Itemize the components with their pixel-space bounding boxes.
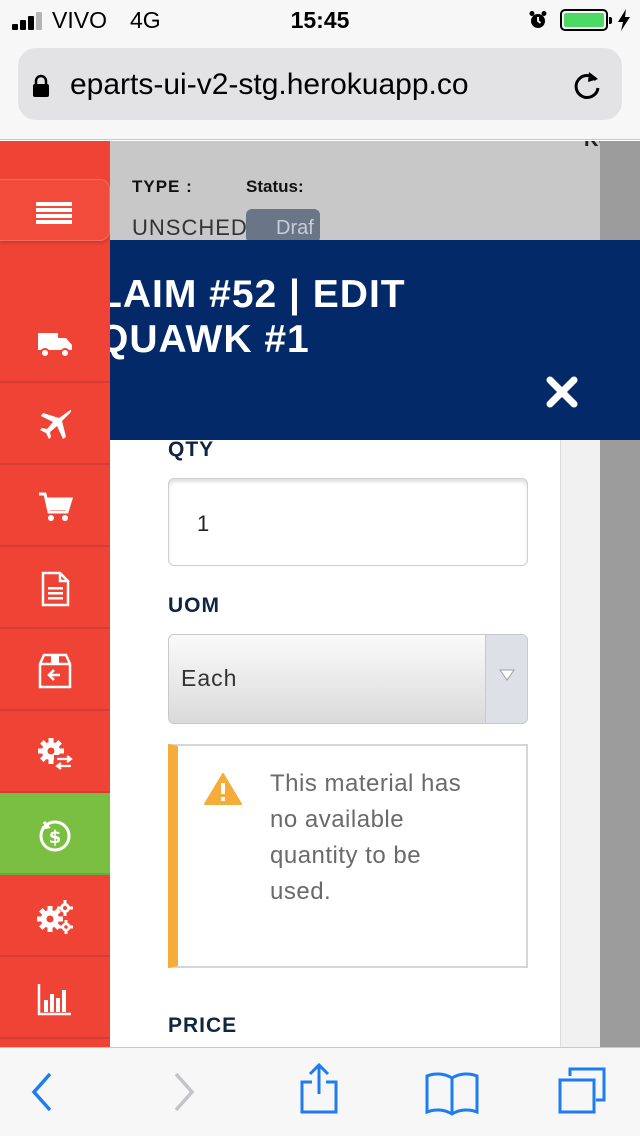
url-text[interactable]: eparts-ui-v2-stg.herokuapp.co [70, 68, 550, 102]
uom-selected-value: Each [181, 665, 238, 691]
status-bar: VIVO 4G 15:45 [0, 0, 640, 40]
warning-icon [204, 773, 242, 805]
sidebar-item-return-box[interactable] [0, 629, 110, 711]
forward-icon[interactable] [172, 1070, 196, 1114]
browser-address-area: eparts-ui-v2-stg.herokuapp.co [0, 40, 640, 140]
price-label: PRICE [168, 1014, 238, 1037]
battery-icon [560, 9, 612, 31]
modal-title: LAIM #52 | EDIT QUAWK #1 [110, 272, 406, 362]
warning-message: This material has no available quantity … [270, 770, 462, 905]
charging-bolt-icon [618, 9, 630, 31]
reload-icon[interactable] [571, 68, 603, 102]
airplane-icon [40, 409, 72, 439]
sidebar: $ [0, 141, 110, 1047]
form-panel-edge [560, 440, 600, 1047]
browser-toolbar [0, 1047, 640, 1136]
chevron-down-icon [499, 669, 515, 681]
uom-dropdown-toggle[interactable] [485, 635, 527, 723]
uom-label: UOM [168, 594, 220, 617]
modal-title-line-2: QUAWK #1 [110, 318, 310, 361]
hamburger-icon [36, 202, 72, 226]
sidebar-item-document[interactable] [0, 547, 110, 629]
close-icon[interactable] [546, 376, 578, 408]
sidebar-item-airplane[interactable] [0, 383, 110, 465]
sidebar-item-reports[interactable] [0, 957, 110, 1039]
sidebar-item-cart[interactable] [0, 465, 110, 547]
uom-select[interactable]: Each [168, 634, 528, 724]
status-label: Status: [246, 177, 304, 196]
edit-form: QTY 1 UOM Each This material has no avai… [110, 440, 560, 1047]
sidebar-item-settings[interactable] [0, 875, 110, 957]
alarm-icon [529, 11, 547, 28]
gear-exchange-icon [38, 738, 73, 770]
status-badge: Draf [246, 209, 320, 243]
qty-input[interactable]: 1 [168, 478, 528, 566]
document-icon [41, 571, 70, 607]
modal-header: LAIM #52 | EDIT QUAWK #1 [110, 240, 640, 440]
bookmarks-icon[interactable] [424, 1070, 480, 1116]
tabs-icon[interactable] [556, 1066, 610, 1116]
lock-icon [33, 74, 49, 97]
gears-icon [37, 900, 73, 934]
modal-title-line-1: LAIM #52 | EDIT [110, 273, 406, 316]
bar-chart-icon [37, 984, 71, 1016]
address-bar[interactable]: eparts-ui-v2-stg.herokuapp.co [18, 48, 622, 120]
qty-label: QTY [168, 440, 215, 461]
type-value: UNSCHED [132, 215, 248, 240]
refund-dollar-icon: $ [39, 820, 71, 852]
svg-text:$: $ [49, 827, 62, 848]
sidebar-item-gear-exchange[interactable] [0, 711, 110, 793]
sidebar-item-refund[interactable]: $ [0, 793, 110, 875]
back-icon[interactable] [30, 1070, 54, 1114]
warning-alert: This material has no available quantity … [168, 744, 528, 968]
menu-toggle-button[interactable] [0, 179, 110, 241]
return-box-icon [38, 653, 72, 689]
type-label: TYPE : [132, 177, 193, 196]
share-icon[interactable] [298, 1062, 340, 1116]
sidebar-item-truck[interactable] [0, 301, 110, 383]
cart-icon [39, 492, 74, 521]
truck-icon [38, 333, 72, 358]
